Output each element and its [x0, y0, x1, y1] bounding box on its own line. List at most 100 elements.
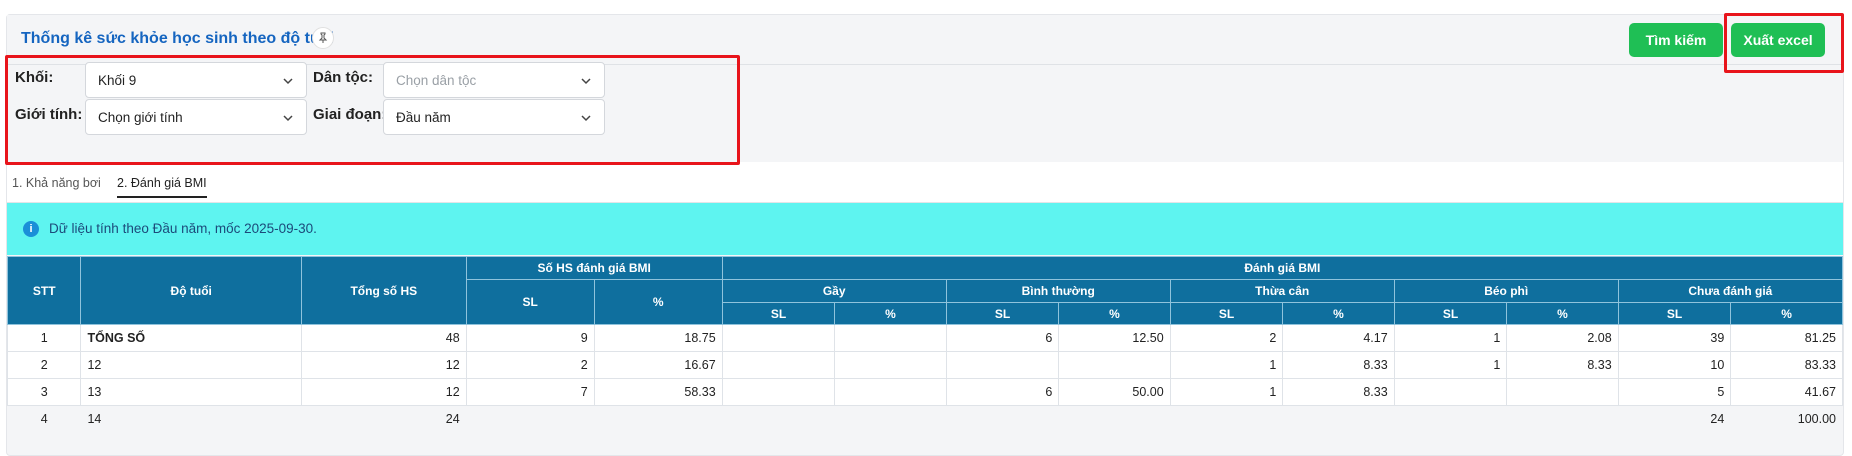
- header-stt: STT: [6, 256, 82, 325]
- bmi-table: STT Độ tuổi Tổng số HS Số HS đánh giá BM…: [6, 256, 1844, 433]
- cell-stt: 2: [6, 351, 82, 379]
- chevron-down-icon: [283, 115, 293, 122]
- header-assessed: Số HS đánh giá BMI: [465, 256, 723, 280]
- grade-label: Khối:: [15, 69, 54, 86]
- cell-value: 8.33: [1506, 351, 1619, 379]
- cell-value: [1282, 405, 1395, 433]
- tab-bar: 1. Khả năng bơi 2. Đánh giá BMI: [7, 162, 1843, 203]
- table-row: 2 12 12 2 16.67 1 8.33 1 8.33 10 83.33: [6, 351, 1843, 379]
- info-banner: i Dữ liệu tính theo Đầu năm, mốc 2025-09…: [7, 203, 1843, 255]
- grade-select[interactable]: Khối 9: [85, 62, 307, 98]
- tab-swimming[interactable]: 1. Khả năng bơi: [12, 176, 101, 190]
- cell-value: [1058, 405, 1171, 433]
- cell-age: TỔNG SỐ: [80, 324, 302, 352]
- cell-value: 4.17: [1282, 324, 1395, 352]
- cell-value: 18.75: [593, 324, 723, 352]
- header-sl: SL: [1617, 302, 1732, 325]
- cell-stt: 1: [6, 324, 82, 352]
- info-icon: i: [23, 221, 39, 237]
- cell-value: [1058, 351, 1171, 379]
- cell-value: 6: [945, 324, 1060, 352]
- cell-age: 14: [80, 405, 302, 433]
- chevron-down-icon: [283, 78, 293, 85]
- cell-value: [834, 378, 947, 406]
- cell-total: 48: [300, 324, 467, 352]
- cell-value: 2: [1169, 324, 1284, 352]
- cell-value: 1: [1169, 378, 1284, 406]
- table-row: 1 TỔNG SỐ 48 9 18.75 6 12.50 2 4.17 1 2.…: [6, 324, 1843, 352]
- cell-value: [945, 351, 1060, 379]
- export-excel-button[interactable]: Xuất excel: [1731, 23, 1825, 57]
- cell-value: 58.33: [593, 378, 723, 406]
- search-button[interactable]: Tìm kiếm: [1629, 23, 1723, 57]
- period-select-value: Đầu năm: [396, 109, 451, 125]
- gender-select[interactable]: Chọn giới tính: [85, 99, 307, 135]
- header-pct: %: [1282, 302, 1395, 325]
- header-assessed-sl: SL: [465, 279, 595, 325]
- cell-value: 39: [1617, 324, 1732, 352]
- cell-value: 100.00: [1730, 405, 1843, 433]
- header-group-obese: Béo phì: [1393, 279, 1619, 303]
- period-label: Giai đoạn:: [313, 106, 387, 123]
- cell-stt: 3: [6, 378, 82, 406]
- cell-value: [1169, 405, 1284, 433]
- cell-age: 13: [80, 378, 302, 406]
- cell-value: 1: [1169, 351, 1284, 379]
- cell-value: [1393, 405, 1508, 433]
- cell-value: [1506, 405, 1619, 433]
- pin-icon[interactable]: [312, 27, 334, 49]
- chevron-down-icon: [581, 115, 591, 122]
- header-group-normal: Bình thường: [945, 279, 1171, 303]
- cell-value: 2.08: [1506, 324, 1619, 352]
- cell-value: [834, 405, 947, 433]
- header-total: Tổng số HS: [300, 256, 467, 325]
- header-group-thin: Gầy: [721, 279, 947, 303]
- cell-value: 12.50: [1058, 324, 1171, 352]
- page-title: Thống kê sức khỏe học sinh theo độ tuổi: [21, 30, 334, 47]
- cell-value: 16.67: [593, 351, 723, 379]
- cell-value: [721, 351, 836, 379]
- ethnicity-select-placeholder: Chọn dân tộc: [396, 72, 477, 88]
- cell-total: 24: [300, 405, 467, 433]
- cell-value: [721, 324, 836, 352]
- cell-value: 81.25: [1730, 324, 1843, 352]
- header-age: Độ tuổi: [80, 256, 302, 325]
- cell-stt: 4: [6, 405, 82, 433]
- cell-value: [465, 405, 595, 433]
- chevron-down-icon: [581, 78, 591, 85]
- cell-value: 50.00: [1058, 378, 1171, 406]
- header-sl: SL: [1169, 302, 1284, 325]
- gender-label: Giới tính:: [15, 106, 83, 123]
- header-group-unassessed: Chưa đánh giá: [1617, 279, 1844, 303]
- cell-value: 8.33: [1282, 351, 1395, 379]
- tab-bmi[interactable]: 2. Đánh giá BMI: [117, 176, 207, 198]
- cell-value: 9: [465, 324, 595, 352]
- cell-value: [1393, 378, 1508, 406]
- header-bmi: Đánh giá BMI: [721, 256, 1844, 280]
- cell-value: [834, 351, 947, 379]
- header-sl: SL: [721, 302, 836, 325]
- cell-value: 10: [1617, 351, 1732, 379]
- cell-value: 1: [1393, 324, 1508, 352]
- header-pct: %: [1730, 302, 1843, 325]
- cell-value: 8.33: [1282, 378, 1395, 406]
- ethnicity-select[interactable]: Chọn dân tộc: [383, 62, 605, 98]
- header-pct: %: [1058, 302, 1171, 325]
- header-pct: %: [834, 302, 947, 325]
- cell-value: [593, 405, 723, 433]
- cell-age: 12: [80, 351, 302, 379]
- cell-total: 12: [300, 351, 467, 379]
- ethnicity-label: Dân tộc:: [313, 69, 373, 86]
- gender-select-placeholder: Chọn giới tính: [98, 109, 183, 125]
- cell-total: 12: [300, 378, 467, 406]
- cell-value: 5: [1617, 378, 1732, 406]
- header-group-overweight: Thừa cân: [1169, 279, 1395, 303]
- grade-select-value: Khối 9: [98, 72, 137, 88]
- period-select[interactable]: Đầu năm: [383, 99, 605, 135]
- cell-value: 2: [465, 351, 595, 379]
- table-row: 4 14 24 24 100.00: [6, 405, 1843, 433]
- cell-value: [721, 405, 836, 433]
- header-sl: SL: [1393, 302, 1508, 325]
- panel-header: Thống kê sức khỏe học sinh theo độ tuổi …: [7, 15, 1843, 65]
- cell-value: 6: [945, 378, 1060, 406]
